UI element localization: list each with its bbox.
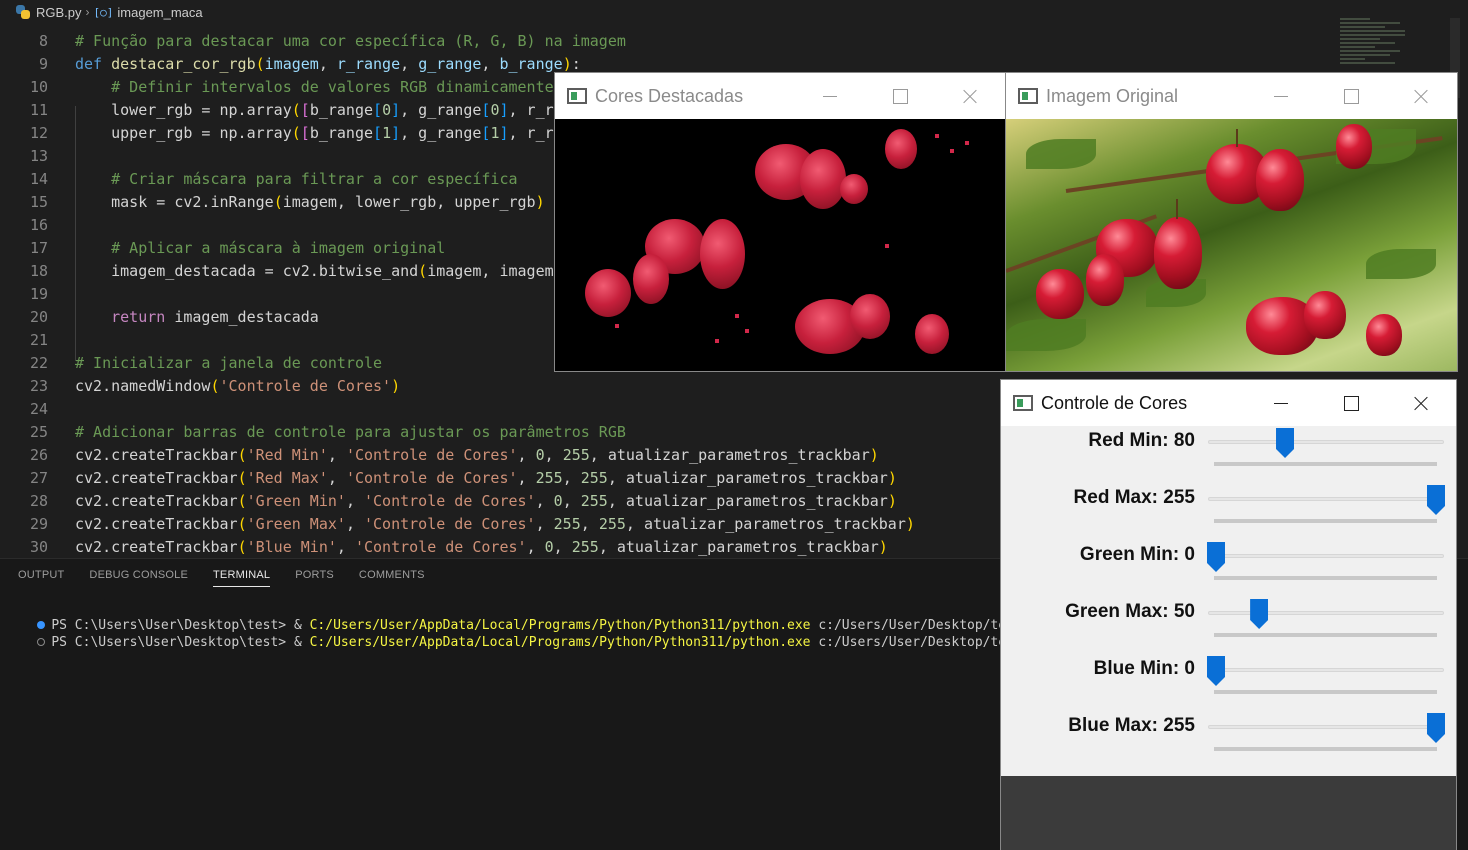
line-number: 13: [29, 147, 48, 165]
window-title: Cores Destacadas: [595, 85, 744, 106]
chevron-right-icon: ›: [85, 5, 90, 19]
trackbar-label: Green Max: 50: [1065, 601, 1195, 622]
line-number: 12: [29, 124, 48, 142]
trackbar-track[interactable]: [1208, 497, 1444, 501]
line-number: 26: [29, 446, 48, 464]
original-image-window[interactable]: Imagem Original: [1006, 73, 1457, 371]
minimize-icon[interactable]: [1266, 388, 1296, 418]
line-number: 16: [29, 216, 48, 234]
python-file-icon: [16, 5, 30, 19]
line-number: 11: [29, 101, 48, 119]
trackbar-row: Red Min: 80: [1001, 426, 1456, 483]
panel-tabs: OUTPUT DEBUG CONSOLE TERMINAL PORTS COMMENTS: [18, 569, 425, 587]
trackbar-label: Green Min: 0: [1079, 544, 1195, 565]
window-titlebar[interactable]: Cores Destacadas: [555, 73, 1007, 119]
line-number: 23: [29, 377, 48, 395]
window-empty-area: [1001, 776, 1456, 850]
trackbar-row: Green Min: 0: [1001, 540, 1456, 597]
trackbar-track[interactable]: [1208, 611, 1444, 615]
maximize-icon[interactable]: [885, 81, 915, 111]
line-number: 25: [29, 423, 48, 441]
trackbar-thumb[interactable]: [1250, 599, 1269, 629]
line-number: 27: [29, 469, 48, 487]
highlighted-image: [555, 119, 1007, 371]
panel-tab-comments[interactable]: COMMENTS: [359, 569, 425, 587]
terminal-line: PS C:\Users\User\Desktop\test> & C:/User…: [6, 600, 1014, 633]
line-number: 28: [29, 492, 48, 510]
line-number: 9: [38, 55, 48, 73]
breadcrumb-file[interactable]: RGB.py: [36, 5, 82, 20]
maximize-icon[interactable]: [1336, 81, 1366, 111]
trackbar-thumb[interactable]: [1207, 656, 1225, 686]
window-titlebar[interactable]: Controle de Cores: [1001, 380, 1456, 426]
panel-tab-terminal[interactable]: TERMINAL: [213, 569, 271, 587]
trackbar-label: Blue Min: 0: [1093, 658, 1195, 679]
window-app-icon: [1018, 88, 1038, 104]
trackbar-label: Red Min: 80: [1088, 430, 1195, 451]
line-number: 10: [29, 78, 48, 96]
original-image: [1006, 119, 1457, 371]
close-icon[interactable]: [955, 81, 985, 111]
trackbar-track[interactable]: [1208, 554, 1444, 558]
panel-tab-ports[interactable]: PORTS: [295, 569, 334, 587]
minimap[interactable]: [1340, 18, 1410, 78]
trackbar-row: Red Max: 255: [1001, 483, 1456, 540]
trackbar-tick-line: [1214, 519, 1437, 523]
trackbar-thumb[interactable]: [1207, 542, 1225, 572]
trackbar-tick-line: [1214, 576, 1437, 580]
breadcrumb-symbol[interactable]: imagem_maca: [117, 5, 202, 20]
trackbar-panel: Red Min: 80 Red Max: 255 Green Min: 0 Green…: [1001, 426, 1456, 776]
trackbar-label: Red Max: 255: [1073, 487, 1195, 508]
trackbar-row: Blue Max: 255: [1001, 711, 1456, 768]
pending-dot-icon: [37, 638, 46, 646]
panel-tab-debug-console[interactable]: DEBUG CONSOLE: [89, 569, 188, 587]
trackbar-tick-line: [1214, 462, 1437, 466]
trackbar-row: Blue Min: 0: [1001, 654, 1456, 711]
trackbar-tick-line: [1214, 747, 1437, 751]
line-number: 24: [29, 400, 48, 418]
line-number: 19: [29, 285, 48, 303]
line-number: 30: [29, 538, 48, 556]
window-title: Controle de Cores: [1041, 392, 1188, 413]
line-number: 20: [29, 308, 48, 326]
trackbar-tick-line: [1214, 690, 1437, 694]
line-number: 18: [29, 262, 48, 280]
line-number: 29: [29, 515, 48, 533]
trackbar-thumb[interactable]: [1276, 428, 1295, 458]
trackbar-tick-line: [1214, 633, 1437, 637]
trackbar-track[interactable]: [1208, 725, 1444, 729]
close-icon[interactable]: [1406, 388, 1436, 418]
trackbar-track[interactable]: [1208, 440, 1444, 444]
minimize-icon[interactable]: [815, 81, 845, 111]
breadcrumb: RGB.py › [○] imagem_maca: [0, 0, 1468, 24]
line-number: 21: [29, 331, 48, 349]
color-control-window[interactable]: Controle de Cores Red Min: 80 Red Max: 25…: [1001, 380, 1456, 850]
line-number: 8: [38, 32, 48, 50]
terminal-line: PS C:\Users\User\Desktop\test> & C:/User…: [6, 617, 1014, 650]
highlighted-colors-window[interactable]: Cores Destacadas: [555, 73, 1007, 371]
window-app-icon: [1013, 395, 1033, 411]
line-number: 15: [29, 193, 48, 211]
line-number: 17: [29, 239, 48, 257]
variable-icon: [○]: [93, 5, 114, 19]
minimize-icon[interactable]: [1266, 81, 1296, 111]
line-number: 22: [29, 354, 48, 372]
trackbar-track[interactable]: [1208, 668, 1444, 672]
panel-tab-output[interactable]: OUTPUT: [18, 569, 64, 587]
close-icon[interactable]: [1406, 81, 1436, 111]
trackbar-thumb[interactable]: [1427, 485, 1445, 515]
maximize-icon[interactable]: [1336, 388, 1366, 418]
code-line[interactable]: 8 # Função para destacar uma cor específi…: [0, 30, 1468, 53]
window-title: Imagem Original: [1046, 85, 1179, 106]
window-titlebar[interactable]: Imagem Original: [1006, 73, 1457, 119]
window-app-icon: [567, 88, 587, 104]
line-number: 14: [29, 170, 48, 188]
trackbar-label: Blue Max: 255: [1068, 715, 1195, 736]
trackbar-thumb[interactable]: [1427, 713, 1445, 743]
trackbar-row: Green Max: 50: [1001, 597, 1456, 654]
